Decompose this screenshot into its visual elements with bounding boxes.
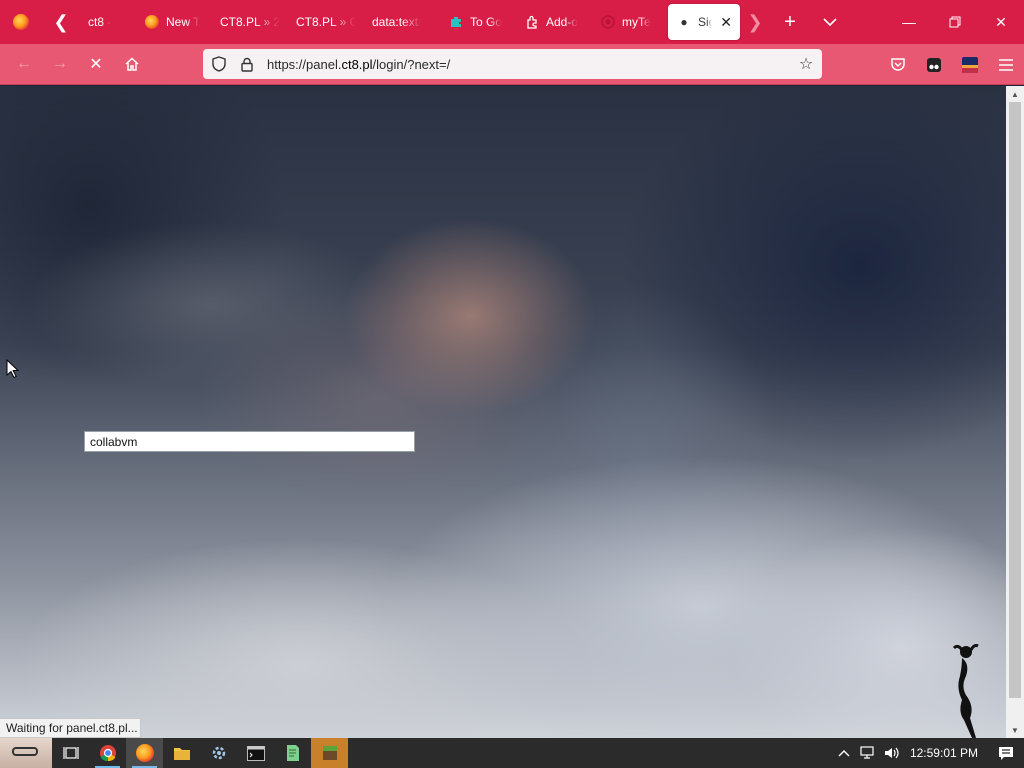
tab-sign-in[interactable]: ● Sig ✕ (668, 4, 740, 40)
home-icon[interactable] (114, 48, 150, 80)
tab-new-tab[interactable]: New T (136, 6, 212, 38)
tab-data-text[interactable]: data:text/ (364, 6, 440, 38)
extension-sunset-icon[interactable] (952, 44, 988, 85)
url-prefix: https://panel. (267, 56, 342, 72)
dancing-figure-icon (952, 644, 979, 738)
mouse-cursor-icon (6, 359, 20, 379)
minecraft-icon[interactable] (311, 738, 348, 768)
minimize-icon[interactable]: — (886, 0, 932, 44)
task-view-icon[interactable] (52, 738, 89, 768)
action-center-icon[interactable] (988, 738, 1024, 768)
tab-label: New T (166, 15, 201, 29)
firefox-taskbar-icon[interactable] (126, 738, 163, 768)
target-icon (600, 14, 616, 30)
volume-icon[interactable] (880, 738, 904, 768)
page-content (0, 86, 1006, 738)
back-icon[interactable]: ← (6, 48, 42, 80)
hamburger-menu-icon[interactable] (988, 44, 1024, 85)
username-input[interactable] (84, 431, 415, 452)
chrome-icon[interactable] (89, 738, 126, 768)
pocket-icon[interactable] (880, 44, 916, 85)
close-window-icon[interactable]: ✕ (978, 0, 1024, 44)
tab-label: Sig (698, 15, 713, 29)
extension-icon (524, 14, 540, 30)
notepad-plus-icon[interactable] (274, 738, 311, 768)
avatar[interactable] (0, 738, 52, 768)
stop-loading-icon[interactable]: ✕ (78, 48, 114, 80)
url-path: /login/?next=/ (372, 56, 451, 72)
scroll-tabs-left-icon[interactable]: ❮ (42, 0, 80, 44)
close-tab-icon[interactable]: ✕ (720, 14, 732, 31)
scroll-up-icon[interactable]: ▲ (1006, 86, 1024, 102)
clock[interactable]: 12:59:01 PM (904, 746, 988, 760)
status-popup: Waiting for panel.ct8.pl... (0, 718, 141, 738)
command-prompt-icon[interactable] (237, 738, 274, 768)
url-domain: ct8.pl (341, 56, 373, 72)
shield-icon[interactable] (205, 49, 233, 79)
url-text[interactable]: https://panel.ct8.pl/login/?next=/ (267, 57, 450, 72)
navigation-toolbar: ← → ✕ https://panel.ct8.pl/login/?next=/… (0, 44, 1024, 85)
scroll-down-icon[interactable]: ▼ (1006, 722, 1024, 738)
tab-label: CT8.PL » 2 (220, 15, 280, 29)
tab-to-go[interactable]: To Go (440, 6, 516, 38)
tab-ct8pl-2[interactable]: CT8.PL » 2 (212, 6, 288, 38)
firefox-icon (144, 14, 160, 30)
tab-add-ons[interactable]: Add-o (516, 6, 592, 38)
forward-icon[interactable]: → (42, 48, 78, 80)
lock-icon[interactable] (233, 49, 261, 79)
tab-ct8pl-c[interactable]: CT8.PL » C (288, 6, 364, 38)
tab-label: ct8 - (88, 15, 112, 29)
tab-label: data:text/ (372, 15, 422, 29)
list-all-tabs-icon[interactable] (810, 0, 850, 44)
file-explorer-icon[interactable] (163, 738, 200, 768)
vertical-scrollbar[interactable]: ▲ ▼ (1006, 86, 1024, 738)
network-icon[interactable] (856, 738, 880, 768)
tab-mytest[interactable]: myTe (592, 6, 664, 38)
new-tab-icon[interactable]: + (770, 0, 810, 44)
settings-app-icon[interactable] (200, 738, 237, 768)
tab-label: Add-o (546, 15, 579, 29)
bookmark-star-icon[interactable]: ☆ (790, 54, 822, 74)
chevron-up-icon[interactable] (832, 738, 856, 768)
loading-dot-icon: ● (680, 15, 688, 29)
tab-label: myTe (622, 15, 651, 29)
tab-label: CT8.PL » C (296, 15, 356, 29)
restore-icon[interactable] (932, 0, 978, 44)
firefox-menu-icon[interactable] (0, 0, 42, 44)
status-text: Waiting for panel.ct8.pl... (6, 721, 138, 735)
scroll-tabs-right-icon[interactable]: ❯ (740, 0, 770, 44)
tab-label: To Go (470, 15, 503, 29)
tampermonkey-icon[interactable] (916, 44, 952, 85)
tab-ct8[interactable]: ct8 - (80, 6, 136, 38)
taskbar: 12:59:01 PM (0, 738, 1024, 768)
system-tray: 12:59:01 PM (832, 738, 1024, 768)
tab-strip: ❮ ct8 - New T CT8.PL » 2 CT8.PL » C data… (0, 0, 1024, 44)
scrollbar-thumb[interactable] (1009, 102, 1021, 698)
url-bar[interactable]: https://panel.ct8.pl/login/?next=/ ☆ (203, 49, 822, 79)
puzzle-icon (448, 14, 464, 30)
